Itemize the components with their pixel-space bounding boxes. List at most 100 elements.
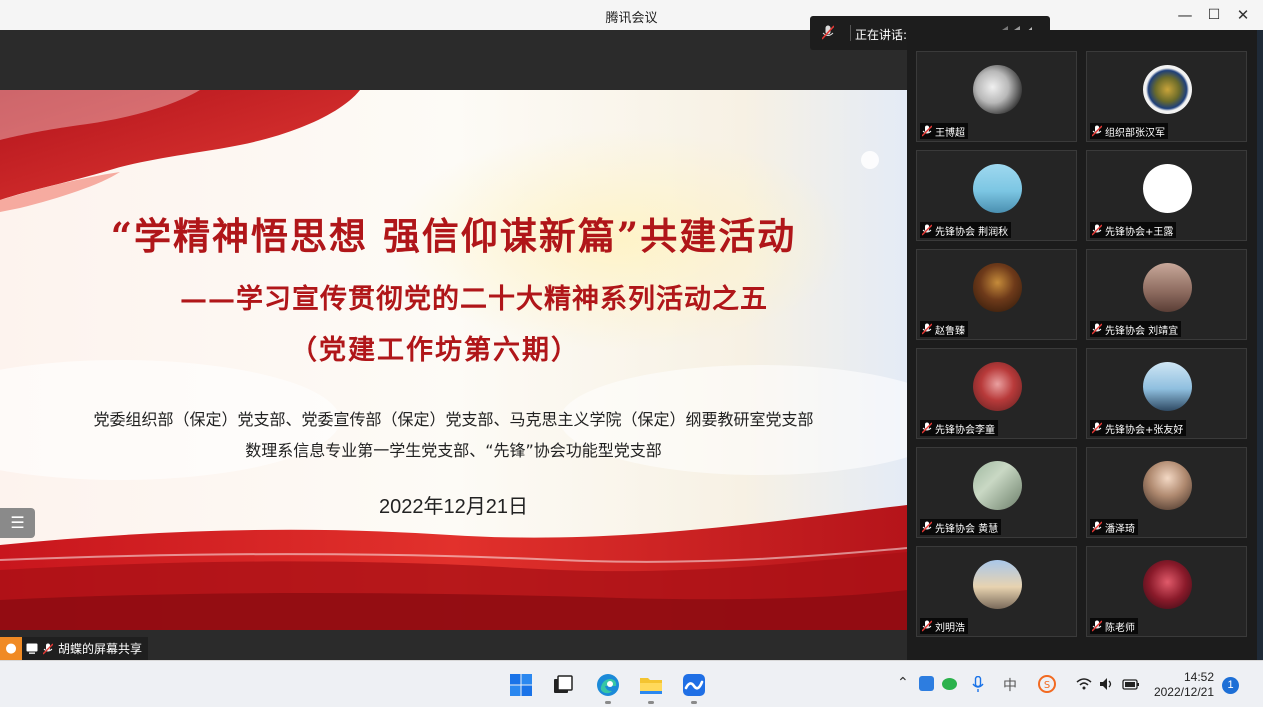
wifi-icon[interactable] [1076, 678, 1092, 690]
mic-muted-icon [1092, 224, 1102, 236]
ime-indicator[interactable]: 中 [1003, 675, 1017, 695]
clock-time: 14:52 [1183, 670, 1214, 684]
participant-nametag: 陈老师 [1090, 618, 1138, 634]
chevron-up-icon[interactable]: ⌃ [897, 675, 909, 691]
avatar [973, 362, 1022, 411]
mic-muted-icon [922, 125, 932, 137]
screen-share-label-wrap: 胡蝶的屏幕共享 [22, 637, 149, 660]
mic-muted-icon [922, 224, 932, 236]
edge-browser-icon[interactable] [596, 673, 620, 697]
sogou-input-icon[interactable]: S [1038, 675, 1056, 693]
slide-subtitle: ——学习宣传贯彻党的二十大精神系列活动之五 [180, 284, 768, 315]
mic-muted-icon [1092, 125, 1102, 137]
taskbar: ⌃ 中 S 14:52 2022/12/21 1 [0, 660, 1263, 707]
avatar [1143, 560, 1192, 609]
tray-app-icon[interactable] [919, 676, 934, 691]
presentation-slide: “学精神悟思想 强信仰谋新篇”共建活动 ——学习宣传贯彻党的二十大精神系列活动之… [0, 90, 907, 630]
participant-nametag: 先锋协会 黄慧 [920, 519, 1002, 535]
app-window: 腾讯会议 — ☐ ✕ “学精神悟思想 强信仰谋新篇”共建活动 ——学习宣传贯彻党… [0, 0, 1263, 707]
participant-nametag: 刘明浩 [920, 618, 968, 634]
participant-tile[interactable]: 先锋协会 黄慧 [916, 447, 1077, 538]
participant-name: 陈老师 [1105, 622, 1135, 634]
participant-tile[interactable]: 组织部张汉军 [1086, 51, 1247, 142]
participant-name: 先锋协会李童 [935, 424, 995, 436]
participant-tile[interactable]: 刘明浩 [916, 546, 1077, 637]
participant-tile[interactable]: 先锋协会 刘靖宜 [1086, 249, 1247, 340]
avatar [973, 164, 1022, 213]
person-icon[interactable]: ● [0, 637, 22, 660]
minimize-button[interactable]: — [1174, 4, 1196, 26]
participant-name: 先锋协会+张友好 [1105, 424, 1184, 436]
mic-muted-icon [1092, 323, 1102, 335]
participant-nametag: 组织部张汉军 [1090, 123, 1168, 139]
participant-name: 先锋协会 黄慧 [935, 523, 999, 535]
microphone-icon[interactable] [972, 676, 984, 693]
speaking-separator [850, 25, 851, 41]
avatar [973, 263, 1022, 312]
participant-tile[interactable]: 陈老师 [1086, 546, 1247, 637]
participant-name: 赵鲁臻 [935, 325, 965, 337]
participant-name: 先锋协会 荆润秋 [935, 226, 1009, 238]
slide-date: 2022年12月21日 [379, 496, 528, 518]
slide-session: （党建工作坊第六期） [290, 335, 580, 366]
title-bar: 腾讯会议 — ☐ ✕ [0, 0, 1263, 30]
taskbar-clock[interactable]: 14:52 2022/12/21 [1150, 670, 1214, 700]
window-edge-strip [1257, 30, 1263, 678]
avatar [973, 560, 1022, 609]
task-view-icon[interactable] [551, 673, 575, 697]
participant-name: 刘明浩 [935, 622, 965, 634]
running-indicator [691, 701, 697, 704]
list-menu-button[interactable]: ☰ [0, 508, 35, 538]
participant-nametag: 先锋协会+张友好 [1090, 420, 1187, 436]
battery-icon[interactable] [1122, 677, 1140, 691]
participant-nametag: 先锋协会李童 [920, 420, 998, 436]
participant-tile[interactable]: 王博超 [916, 51, 1077, 142]
participant-tile[interactable]: 潘泽琦 [1086, 447, 1247, 538]
participant-name: 王博超 [935, 127, 965, 139]
mic-muted-icon [1092, 422, 1102, 434]
svg-text:S: S [1044, 680, 1050, 691]
windows-start-icon[interactable] [509, 673, 533, 697]
participant-name: 先锋协会 刘靖宜 [1105, 325, 1179, 337]
mic-muted-icon [922, 422, 932, 434]
participant-name: 潘泽琦 [1105, 523, 1135, 535]
participant-nametag: 先锋协会 刘靖宜 [1090, 321, 1182, 337]
participant-nametag: 潘泽琦 [1090, 519, 1138, 535]
wechat-icon[interactable] [942, 678, 957, 690]
maximize-button[interactable]: ☐ [1203, 4, 1225, 26]
notification-badge[interactable]: 1 [1222, 677, 1239, 694]
participant-tile[interactable]: 先锋协会+张友好 [1086, 348, 1247, 439]
participant-nametag: 王博超 [920, 123, 968, 139]
mic-muted-icon [822, 25, 834, 40]
participant-tile[interactable]: 先锋协会+王露 [1086, 150, 1247, 241]
participant-tile[interactable]: 赵鲁臻 [916, 249, 1077, 340]
tencent-meeting-icon[interactable] [682, 673, 706, 697]
participant-nametag: 先锋协会+王露 [1090, 222, 1177, 238]
mic-muted-icon [1092, 521, 1102, 533]
participant-gallery: 王博超 组织部张汉军 先锋协会 荆润秋 先锋协会+王露 赵鲁臻 先锋协会 刘靖宜… [907, 30, 1257, 660]
participant-name: 组织部张汉军 [1105, 127, 1165, 139]
speaking-label: 正在讲话: [855, 28, 908, 42]
participant-nametag: 先锋协会 荆润秋 [920, 222, 1012, 238]
screen-share-bar: ● 胡蝶的屏幕共享 [0, 637, 149, 660]
participant-tile[interactable]: 先锋协会 荆润秋 [916, 150, 1077, 241]
avatar [973, 65, 1022, 114]
participant-tile[interactable]: 先锋协会李童 [916, 348, 1077, 439]
window-title: 腾讯会议 [605, 11, 658, 26]
shared-screen-area: “学精神悟思想 强信仰谋新篇”共建活动 ——学习宣传贯彻党的二十大精神系列活动之… [0, 30, 907, 660]
screen-share-icon [26, 643, 38, 654]
avatar [1143, 164, 1192, 213]
running-indicator [605, 701, 611, 704]
avatar [1143, 461, 1192, 510]
volume-icon[interactable] [1099, 677, 1115, 691]
mic-muted-icon [922, 620, 932, 632]
running-indicator [648, 701, 654, 704]
slide-title: “学精神悟思想 强信仰谋新篇”共建活动 [110, 214, 797, 258]
avatar [1143, 263, 1192, 312]
avatar [1143, 65, 1192, 114]
mic-muted-icon [922, 323, 932, 335]
close-button[interactable]: ✕ [1232, 4, 1254, 26]
file-explorer-icon[interactable] [639, 673, 663, 697]
participant-name: 先锋协会+王露 [1105, 226, 1174, 238]
clock-date: 2022/12/21 [1153, 685, 1214, 699]
